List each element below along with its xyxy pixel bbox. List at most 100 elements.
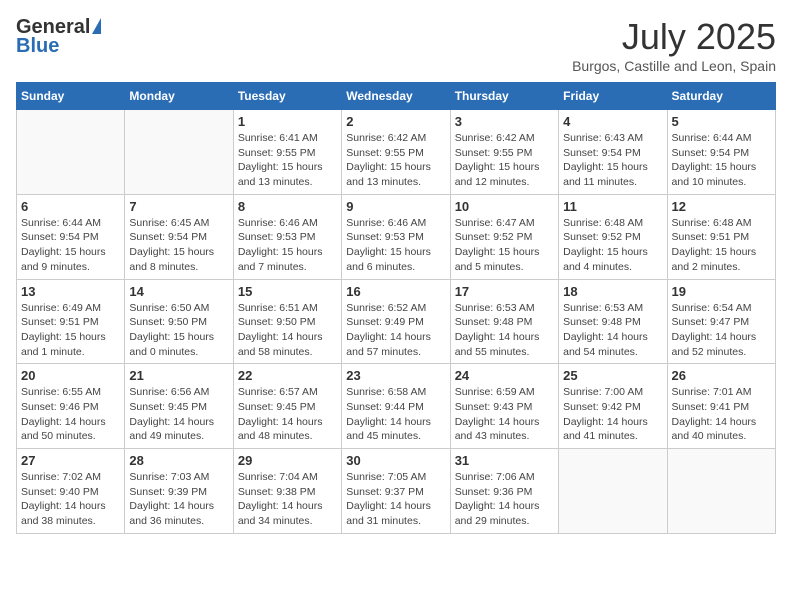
- calendar-day-cell: [667, 449, 775, 534]
- logo-blue-text: Blue: [16, 35, 59, 58]
- day-detail: Sunrise: 6:48 AMSunset: 9:51 PMDaylight:…: [672, 216, 771, 275]
- day-number: 28: [129, 453, 228, 468]
- calendar-table: SundayMondayTuesdayWednesdayThursdayFrid…: [16, 82, 776, 534]
- day-number: 18: [563, 284, 662, 299]
- day-number: 19: [672, 284, 771, 299]
- day-number: 29: [238, 453, 337, 468]
- calendar-week-row: 20Sunrise: 6:55 AMSunset: 9:46 PMDayligh…: [17, 364, 776, 449]
- calendar-day-cell: 3Sunrise: 6:42 AMSunset: 9:55 PMDaylight…: [450, 110, 558, 195]
- day-detail: Sunrise: 6:58 AMSunset: 9:44 PMDaylight:…: [346, 385, 445, 444]
- day-detail: Sunrise: 6:44 AMSunset: 9:54 PMDaylight:…: [672, 131, 771, 190]
- calendar-day-cell: 30 Sunrise: 7:05 AMSunset: 9:37 PMDayligh…: [342, 449, 450, 534]
- calendar-day-cell: 11 Sunrise: 6:48 AMSunset: 9:52 PMDayligh…: [559, 194, 667, 279]
- calendar-day-cell: 16Sunrise: 6:52 AMSunset: 9:49 PMDayligh…: [342, 279, 450, 364]
- day-detail: Sunrise: 6:49 AMSunset: 9:51 PMDaylight:…: [21, 301, 120, 360]
- day-number: 31: [455, 453, 554, 468]
- day-number: 16: [346, 284, 445, 299]
- day-detail: Sunrise: 7:05 AMSunset: 9:37 PMDaylight:…: [346, 470, 445, 529]
- calendar-day-cell: 28 Sunrise: 7:03 AMSunset: 9:39 PMDayligh…: [125, 449, 233, 534]
- calendar-day-cell: 15 Sunrise: 6:51 AMSunset: 9:50 PMDayligh…: [233, 279, 341, 364]
- day-detail: Sunrise: 6:45 AMSunset: 9:54 PMDaylight:…: [129, 216, 228, 275]
- day-number: 10: [455, 199, 554, 214]
- calendar-day-cell: 31 Sunrise: 7:06 AMSunset: 9:36 PMDayligh…: [450, 449, 558, 534]
- calendar-day-cell: 12Sunrise: 6:48 AMSunset: 9:51 PMDayligh…: [667, 194, 775, 279]
- calendar-day-cell: 13 Sunrise: 6:49 AMSunset: 9:51 PMDayligh…: [17, 279, 125, 364]
- calendar-week-row: 6Sunrise: 6:44 AMSunset: 9:54 PMDaylight…: [17, 194, 776, 279]
- day-detail: Sunrise: 7:01 AMSunset: 9:41 PMDaylight:…: [672, 385, 771, 444]
- day-number: 4: [563, 114, 662, 129]
- calendar-header-row: SundayMondayTuesdayWednesdayThursdayFrid…: [17, 83, 776, 110]
- day-detail: Sunrise: 6:43 AMSunset: 9:54 PMDaylight:…: [563, 131, 662, 190]
- logo-arrow-icon: [92, 18, 101, 34]
- month-title: July 2025: [572, 16, 776, 58]
- day-detail: Sunrise: 7:06 AMSunset: 9:36 PMDaylight:…: [455, 470, 554, 529]
- day-detail: Sunrise: 6:54 AMSunset: 9:47 PMDaylight:…: [672, 301, 771, 360]
- calendar-day-cell: 1 Sunrise: 6:41 AMSunset: 9:55 PMDaylight…: [233, 110, 341, 195]
- day-number: 13: [21, 284, 120, 299]
- day-number: 27: [21, 453, 120, 468]
- calendar-day-cell: 4 Sunrise: 6:43 AMSunset: 9:54 PMDaylight…: [559, 110, 667, 195]
- calendar-day-cell: 6Sunrise: 6:44 AMSunset: 9:54 PMDaylight…: [17, 194, 125, 279]
- weekday-header: Monday: [125, 83, 233, 110]
- calendar-day-cell: 5Sunrise: 6:44 AMSunset: 9:54 PMDaylight…: [667, 110, 775, 195]
- day-number: 21: [129, 368, 228, 383]
- weekday-header: Thursday: [450, 83, 558, 110]
- calendar-day-cell: 24 Sunrise: 6:59 AMSunset: 9:43 PMDayligh…: [450, 364, 558, 449]
- day-detail: Sunrise: 7:04 AMSunset: 9:38 PMDaylight:…: [238, 470, 337, 529]
- calendar-day-cell: 17 Sunrise: 6:53 AMSunset: 9:48 PMDayligh…: [450, 279, 558, 364]
- day-number: 6: [21, 199, 120, 214]
- day-detail: Sunrise: 6:53 AMSunset: 9:48 PMDaylight:…: [455, 301, 554, 360]
- day-detail: Sunrise: 6:59 AMSunset: 9:43 PMDaylight:…: [455, 385, 554, 444]
- day-detail: Sunrise: 6:42 AMSunset: 9:55 PMDaylight:…: [346, 131, 445, 190]
- day-number: 23: [346, 368, 445, 383]
- weekday-header: Saturday: [667, 83, 775, 110]
- day-number: 2: [346, 114, 445, 129]
- weekday-header: Wednesday: [342, 83, 450, 110]
- day-detail: Sunrise: 6:47 AMSunset: 9:52 PMDaylight:…: [455, 216, 554, 275]
- calendar-day-cell: 14Sunrise: 6:50 AMSunset: 9:50 PMDayligh…: [125, 279, 233, 364]
- logo: General Blue: [16, 16, 101, 58]
- day-detail: Sunrise: 6:51 AMSunset: 9:50 PMDaylight:…: [238, 301, 337, 360]
- title-block: July 2025 Burgos, Castille and Leon, Spa…: [572, 16, 776, 74]
- day-detail: Sunrise: 7:00 AMSunset: 9:42 PMDaylight:…: [563, 385, 662, 444]
- calendar-day-cell: 10 Sunrise: 6:47 AMSunset: 9:52 PMDayligh…: [450, 194, 558, 279]
- calendar-day-cell: 9 Sunrise: 6:46 AMSunset: 9:53 PMDaylight…: [342, 194, 450, 279]
- calendar-day-cell: 29 Sunrise: 7:04 AMSunset: 9:38 PMDayligh…: [233, 449, 341, 534]
- day-detail: Sunrise: 6:46 AMSunset: 9:53 PMDaylight:…: [346, 216, 445, 275]
- calendar-day-cell: 2 Sunrise: 6:42 AMSunset: 9:55 PMDaylight…: [342, 110, 450, 195]
- calendar-day-cell: 7Sunrise: 6:45 AMSunset: 9:54 PMDaylight…: [125, 194, 233, 279]
- day-detail: Sunrise: 6:57 AMSunset: 9:45 PMDaylight:…: [238, 385, 337, 444]
- location-subtitle: Burgos, Castille and Leon, Spain: [572, 58, 776, 74]
- page-header: General Blue July 2025 Burgos, Castille …: [16, 16, 776, 74]
- weekday-header: Sunday: [17, 83, 125, 110]
- calendar-day-cell: 26 Sunrise: 7:01 AMSunset: 9:41 PMDayligh…: [667, 364, 775, 449]
- day-detail: Sunrise: 6:41 AMSunset: 9:55 PMDaylight:…: [238, 131, 337, 190]
- day-number: 30: [346, 453, 445, 468]
- calendar-day-cell: 18 Sunrise: 6:53 AMSunset: 9:48 PMDayligh…: [559, 279, 667, 364]
- day-number: 14: [129, 284, 228, 299]
- day-detail: Sunrise: 6:53 AMSunset: 9:48 PMDaylight:…: [563, 301, 662, 360]
- day-number: 15: [238, 284, 337, 299]
- calendar-day-cell: 19 Sunrise: 6:54 AMSunset: 9:47 PMDayligh…: [667, 279, 775, 364]
- calendar-week-row: 1 Sunrise: 6:41 AMSunset: 9:55 PMDaylight…: [17, 110, 776, 195]
- day-number: 11: [563, 199, 662, 214]
- day-number: 3: [455, 114, 554, 129]
- weekday-header: Friday: [559, 83, 667, 110]
- calendar-day-cell: 22Sunrise: 6:57 AMSunset: 9:45 PMDayligh…: [233, 364, 341, 449]
- day-number: 26: [672, 368, 771, 383]
- day-detail: Sunrise: 6:55 AMSunset: 9:46 PMDaylight:…: [21, 385, 120, 444]
- day-number: 9: [346, 199, 445, 214]
- calendar-day-cell: 25Sunrise: 7:00 AMSunset: 9:42 PMDayligh…: [559, 364, 667, 449]
- calendar-day-cell: [125, 110, 233, 195]
- day-number: 1: [238, 114, 337, 129]
- calendar-day-cell: 23 Sunrise: 6:58 AMSunset: 9:44 PMDayligh…: [342, 364, 450, 449]
- day-detail: Sunrise: 6:56 AMSunset: 9:45 PMDaylight:…: [129, 385, 228, 444]
- day-detail: Sunrise: 7:03 AMSunset: 9:39 PMDaylight:…: [129, 470, 228, 529]
- day-detail: Sunrise: 6:48 AMSunset: 9:52 PMDaylight:…: [563, 216, 662, 275]
- day-number: 8: [238, 199, 337, 214]
- day-number: 24: [455, 368, 554, 383]
- calendar-day-cell: [559, 449, 667, 534]
- calendar-day-cell: 27Sunrise: 7:02 AMSunset: 9:40 PMDayligh…: [17, 449, 125, 534]
- day-number: 17: [455, 284, 554, 299]
- day-detail: Sunrise: 6:46 AMSunset: 9:53 PMDaylight:…: [238, 216, 337, 275]
